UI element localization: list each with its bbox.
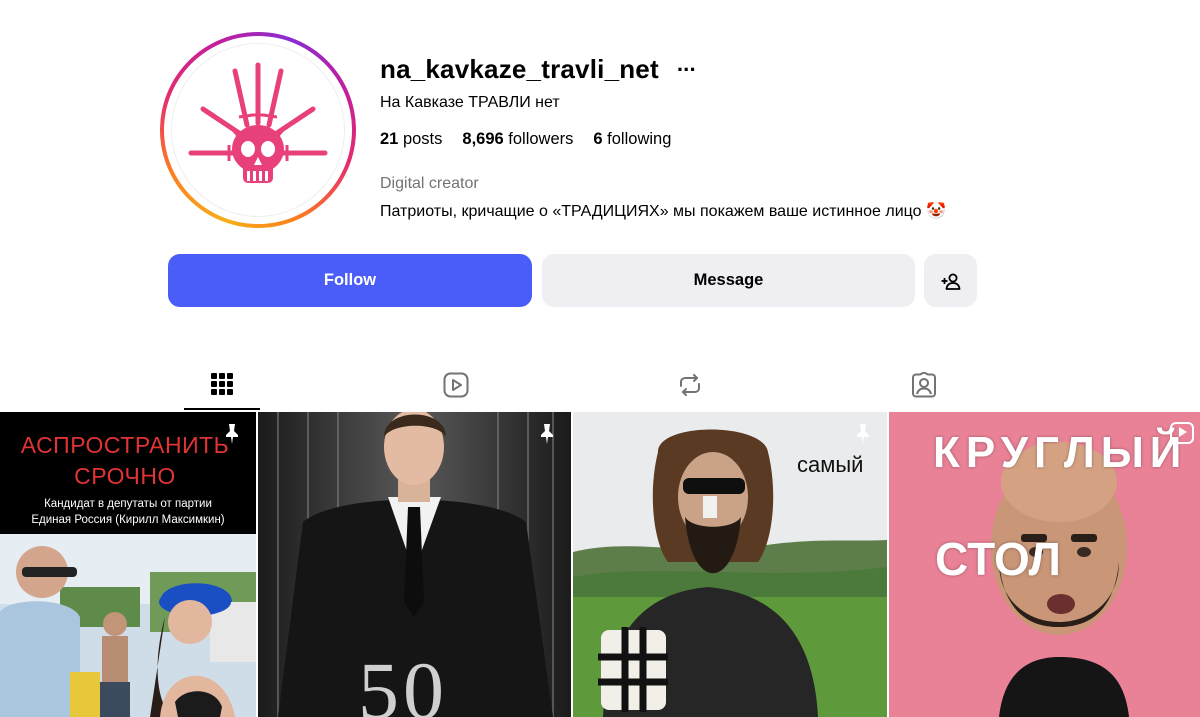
profile-avatar-ring[interactable] (160, 32, 356, 228)
reels-icon (443, 372, 469, 398)
follow-button[interactable]: Follow (168, 254, 532, 307)
grid-icon (211, 373, 233, 395)
username-row: na_kavkaze_travli_net ··· (380, 54, 697, 85)
more-horizontal-icon[interactable]: ··· (677, 58, 697, 81)
pin-icon (541, 424, 553, 444)
message-button[interactable]: Message (542, 254, 915, 307)
post-4-title: КРУГЛЫЙ (933, 428, 1188, 477)
following-label: following (607, 130, 672, 148)
post-1-subtext: Кандидат в депутаты от партии Единая Рос… (0, 496, 256, 528)
post-1-subtext-line2: Единая Россия (Кирилл Максимкин) (31, 514, 225, 526)
post-2[interactable]: 50 (258, 412, 571, 717)
posts-count-stat: 21 posts (380, 130, 442, 149)
post-1-subtext-line1: Кандидат в депутаты от партии (44, 498, 212, 510)
pin-icon (857, 424, 869, 444)
post-4-side-text: СТОЛ (935, 530, 1061, 588)
reel-play-icon (1170, 422, 1194, 444)
avatar[interactable] (171, 43, 345, 217)
post-4[interactable]: КРУГЛЫЙ СТОЛ (889, 412, 1200, 717)
tab-tagged[interactable] (886, 360, 962, 410)
followers-stat-link[interactable]: 8,696 followers (462, 130, 573, 149)
tab-reposts[interactable] (652, 360, 728, 410)
post-3[interactable]: самый (573, 412, 887, 717)
tagged-icon (912, 372, 936, 398)
pin-icon (226, 424, 238, 444)
followers-label: followers (508, 130, 574, 148)
profile-category: Digital creator (380, 175, 479, 192)
profile-stats: 21 posts 8,696 followers 6 following (380, 130, 671, 149)
post-2-overlay-text: 50 (358, 645, 448, 717)
username: na_kavkaze_travli_net (380, 54, 659, 84)
post-1[interactable]: АСПРОСТРАНИТЬ СРОЧНО Кандидат в депутаты… (0, 412, 256, 717)
add-person-icon (941, 273, 960, 290)
following-count: 6 (593, 130, 603, 148)
post-1-headline: АСПРОСТРАНИТЬ СРОЧНО (20, 432, 230, 489)
profile-full-name: На Кавказе ТРАВЛИ нет (380, 94, 560, 111)
posts-label: posts (402, 130, 443, 148)
tab-posts[interactable] (184, 360, 260, 410)
post-1-banner: АСПРОСТРАНИТЬ СРОЧНО Кандидат в депутаты… (0, 412, 256, 534)
suggest-accounts-button[interactable] (924, 254, 977, 307)
skull-with-daggers-logo (188, 62, 328, 183)
profile-bio: Патриоты, кричащие о «ТРАДИЦИЯХ» мы пока… (380, 203, 946, 220)
tab-reels[interactable] (418, 360, 494, 410)
followers-count: 8,696 (462, 130, 504, 148)
following-stat-link[interactable]: 6 following (593, 130, 671, 149)
repost-icon (680, 374, 700, 396)
post-3-overlay-text: самый (797, 452, 864, 477)
posts-count: 21 (380, 130, 399, 148)
